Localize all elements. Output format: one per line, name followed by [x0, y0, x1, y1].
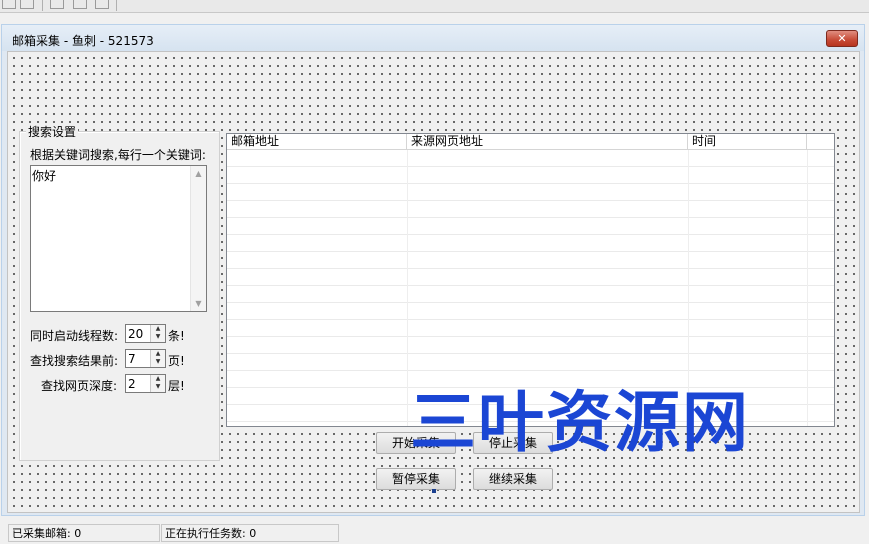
thread-count-label: 同时启动线程数:	[30, 329, 119, 343]
scroll-up-icon[interactable]: ▲	[191, 166, 206, 181]
results-listview[interactable]: 邮箱地址 来源网页地址 时间	[226, 133, 835, 427]
stepper-buttons[interactable]: ▲ ▼	[150, 350, 165, 367]
stepper-buttons[interactable]: ▲ ▼	[150, 325, 165, 342]
stepper-up-icon[interactable]: ▲	[151, 375, 165, 383]
thread-count-value: 20	[128, 327, 144, 341]
keywords-description: 根据关键词搜索,每行一个关键词:	[30, 148, 206, 162]
scroll-down-icon[interactable]: ▼	[191, 296, 206, 311]
stepper-up-icon[interactable]: ▲	[151, 325, 165, 333]
keywords-text: 你好	[32, 169, 57, 183]
window-title: 邮箱采集 - 鱼刺 - 521573	[12, 34, 154, 48]
selection-handle	[432, 489, 436, 493]
resume-collect-button[interactable]: 继续采集	[473, 468, 553, 490]
page-depth-label: 查找网页深度:	[41, 379, 118, 393]
search-settings-group: 搜索设置 根据关键词搜索,每行一个关键词: 你好 ▲ ▼ 同时启动线程数: 20…	[19, 123, 220, 461]
arrow-down-icon[interactable]	[73, 0, 87, 9]
running-tasks-status: 正在执行任务数: 0	[161, 524, 339, 542]
stepper-down-icon[interactable]: ▼	[151, 383, 165, 391]
result-pages-stepper[interactable]: 7 ▲ ▼	[125, 349, 166, 368]
page-depth-value: 2	[128, 377, 136, 391]
stepper-buttons[interactable]: ▲ ▼	[150, 375, 165, 392]
stepper-down-icon[interactable]: ▼	[151, 333, 165, 341]
title-bar[interactable]: 邮箱采集 - 鱼刺 - 521573 ✕	[2, 25, 864, 51]
column-divider	[807, 150, 808, 426]
thread-count-stepper[interactable]: 20 ▲ ▼	[125, 324, 166, 343]
result-pages-value: 7	[128, 352, 136, 366]
column-header-email[interactable]: 邮箱地址	[227, 134, 407, 150]
spacing-icon[interactable]	[50, 0, 64, 9]
result-pages-unit: 页!	[168, 354, 185, 368]
column-header-source-url[interactable]: 来源网页地址	[407, 134, 688, 150]
group-title: 搜索设置	[26, 123, 79, 140]
close-icon: ✕	[837, 32, 847, 45]
results-header: 邮箱地址 来源网页地址 时间	[227, 134, 834, 150]
column-divider	[407, 150, 408, 426]
column-header-time[interactable]: 时间	[688, 134, 807, 150]
align-bottom-icon[interactable]	[20, 0, 34, 9]
keywords-scrollbar[interactable]: ▲ ▼	[190, 166, 206, 311]
keywords-textarea[interactable]: 你好 ▲ ▼	[30, 165, 207, 312]
close-button[interactable]: ✕	[826, 30, 858, 47]
ide-toolbar	[0, 0, 869, 13]
pause-collect-button[interactable]: 暂停采集	[376, 468, 456, 490]
toolbar-separator	[42, 0, 43, 11]
toolbar-separator	[116, 0, 117, 11]
watermark-text: 三叶资源网	[410, 384, 750, 461]
page-depth-unit: 层!	[168, 379, 185, 393]
page-depth-stepper[interactable]: 2 ▲ ▼	[125, 374, 166, 393]
status-bar: 已采集邮箱: 0 正在执行任务数: 0	[8, 522, 859, 544]
align-icon[interactable]	[2, 0, 16, 9]
result-pages-label: 查找搜索结果前:	[30, 354, 119, 368]
center-icon[interactable]	[95, 0, 109, 9]
thread-count-unit: 条!	[168, 329, 185, 343]
stepper-up-icon[interactable]: ▲	[151, 350, 165, 358]
collected-count-status: 已采集邮箱: 0	[8, 524, 160, 542]
stepper-down-icon[interactable]: ▼	[151, 358, 165, 366]
